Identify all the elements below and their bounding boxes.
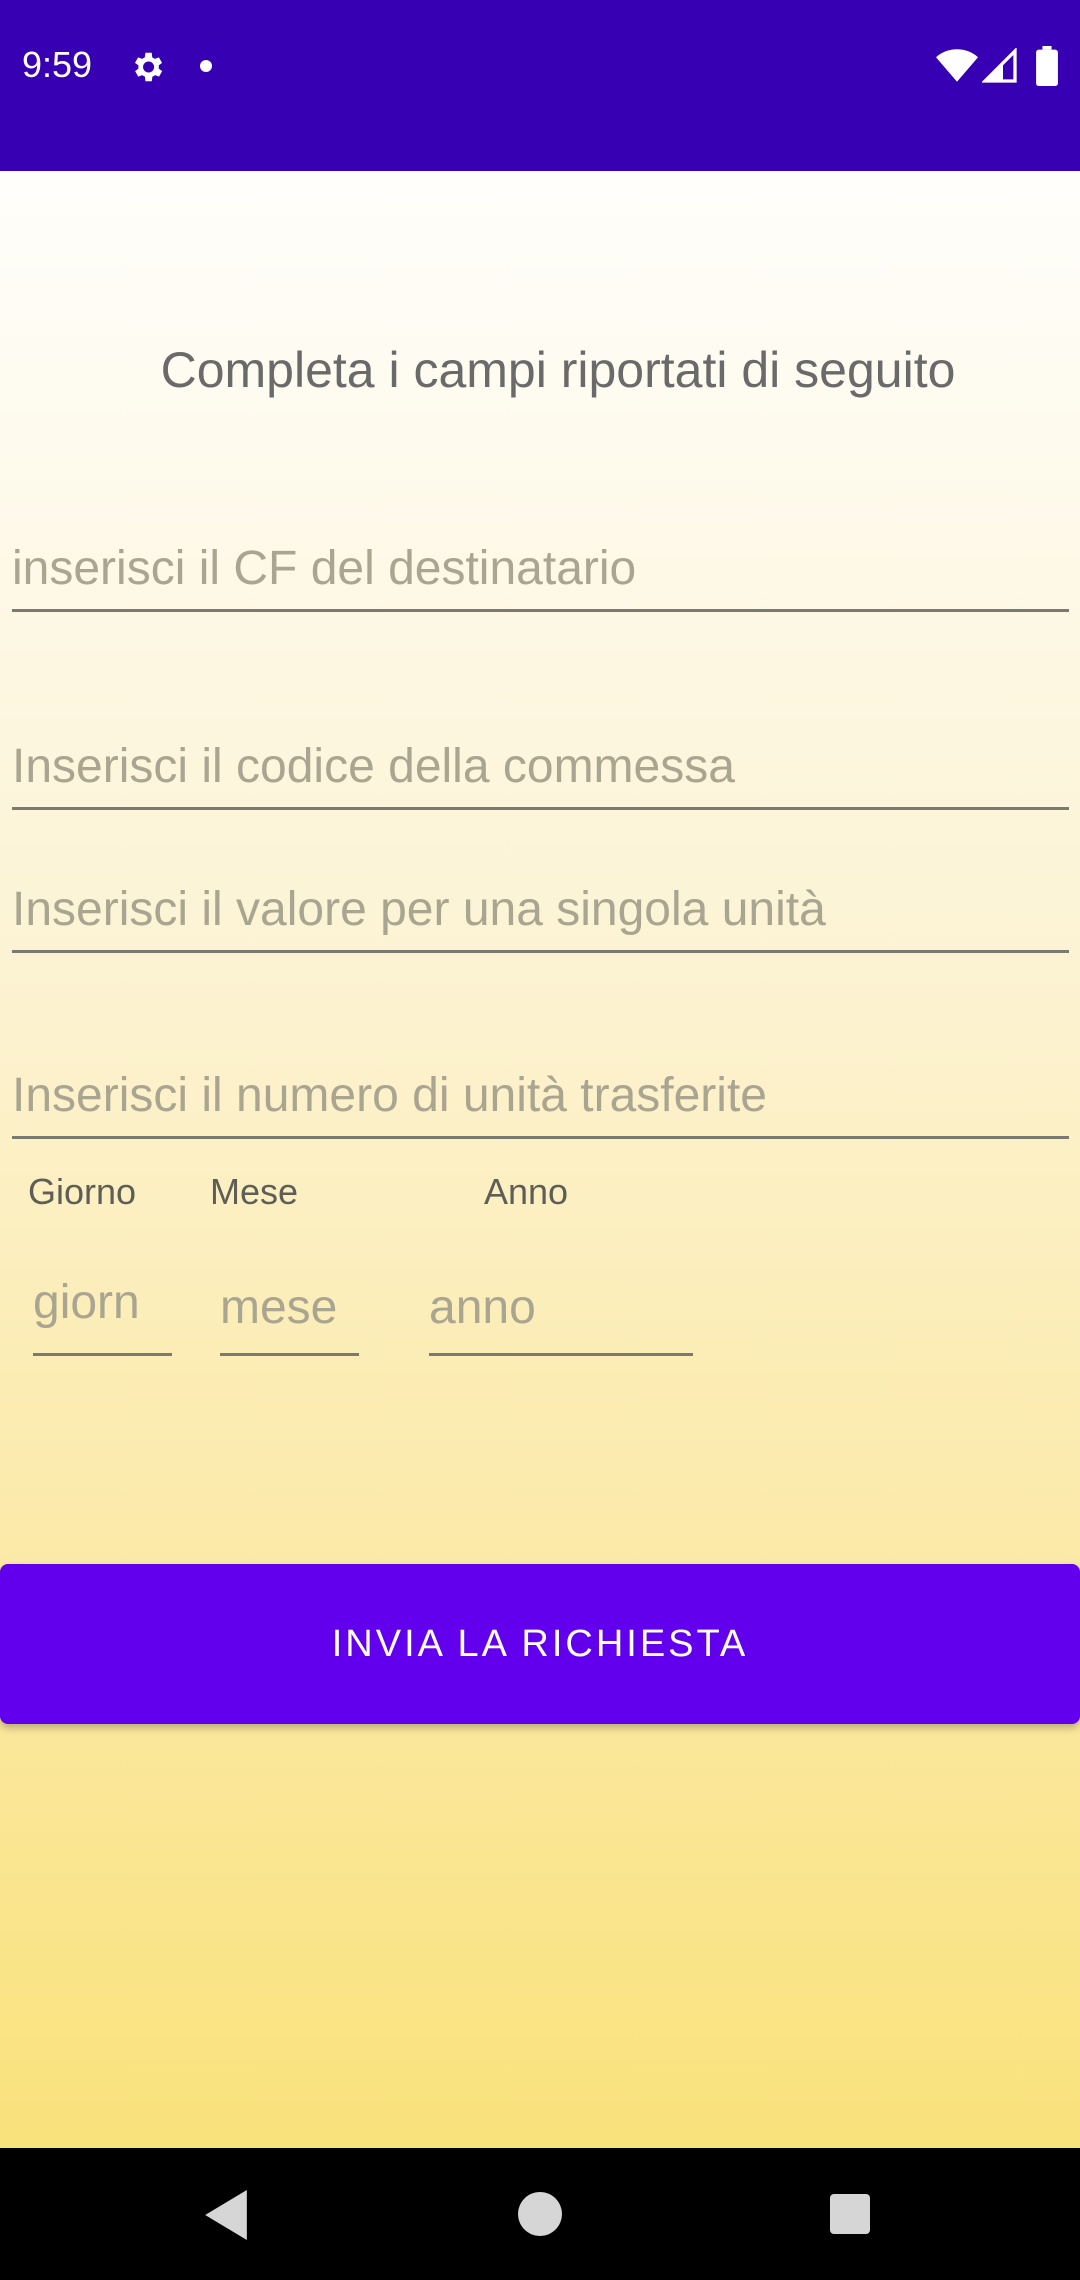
valore-input[interactable] [12, 868, 1069, 950]
day-field[interactable] [33, 1251, 172, 1356]
year-field[interactable] [429, 1261, 693, 1356]
home-icon[interactable] [518, 2192, 562, 2236]
numero-input[interactable] [12, 1054, 1069, 1136]
status-time: 9:59 [22, 44, 93, 85]
wifi-icon [936, 49, 978, 82]
month-input[interactable] [220, 1261, 359, 1353]
year-label: Anno [484, 1171, 569, 1212]
numero-field[interactable] [12, 1054, 1069, 1139]
page-title: Completa i campi riportati di seguito [160, 342, 956, 398]
year-input[interactable] [429, 1261, 693, 1353]
month-field[interactable] [220, 1261, 359, 1356]
navigation-bar [0, 2148, 1080, 2280]
commessa-field[interactable] [12, 725, 1069, 810]
battery-icon [1036, 46, 1058, 86]
month-label: Mese [210, 1171, 299, 1212]
day-label: Giorno [28, 1171, 137, 1212]
commessa-input[interactable] [12, 725, 1069, 807]
gear-icon [134, 52, 163, 82]
day-input[interactable] [33, 1251, 172, 1353]
status-bar: 9:59 [0, 0, 1080, 171]
cf-input[interactable] [12, 527, 1069, 609]
signal-icon [982, 48, 1017, 83]
notification-dot-icon [200, 60, 212, 72]
form-screen: Completa i campi riportati di seguito Gi… [0, 171, 1080, 2148]
submit-button[interactable]: INVIA LA RICHIESTA [0, 1564, 1080, 1724]
back-icon[interactable] [204, 2190, 248, 2240]
recents-icon[interactable] [830, 2194, 870, 2234]
valore-field[interactable] [12, 868, 1069, 953]
cf-field[interactable] [12, 527, 1069, 612]
